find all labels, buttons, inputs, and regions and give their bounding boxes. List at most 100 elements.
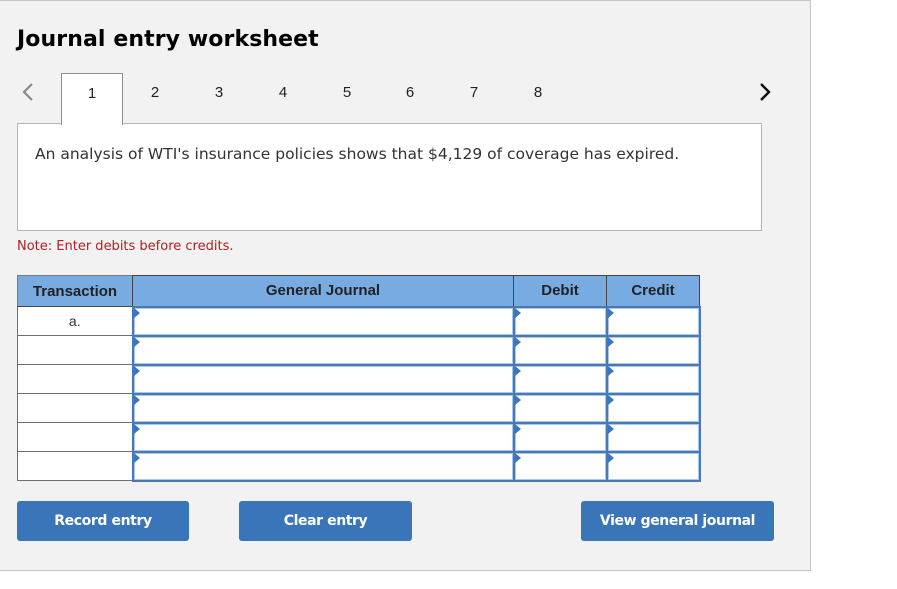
dropdown-marker-icon [607,307,614,318]
transaction-cell [17,335,133,365]
account-cell [131,421,515,453]
dropdown-marker-icon [133,336,140,347]
dropdown-marker-icon [607,365,614,376]
dropdown-marker-icon [133,307,140,318]
credit-cell [605,421,701,453]
header-credit: Credit [606,275,700,307]
credit-input[interactable] [607,423,699,451]
view-general-journal-button[interactable]: View general journal [581,501,774,541]
tab-label: 7 [469,84,479,101]
credit-input[interactable] [607,452,699,480]
tab-label: 6 [405,84,415,101]
account-input[interactable] [133,365,513,393]
clear-entry-button[interactable]: Clear entry [239,501,412,541]
dropdown-marker-icon [514,452,521,463]
account-input[interactable] [133,423,513,451]
tab-label: 5 [342,84,352,101]
tab-2[interactable]: 2 [124,73,186,113]
dropdown-marker-icon [607,452,614,463]
tab-label: 3 [214,84,224,101]
question-text: An analysis of WTI's insurance policies … [35,145,680,163]
chevron-left-icon [22,82,34,102]
table-header-row: Transaction General Journal Debit Credit [17,275,700,307]
credit-input[interactable] [607,336,699,364]
dropdown-marker-icon [514,423,521,434]
debit-input[interactable] [514,307,606,335]
debit-input[interactable] [514,394,606,422]
tab-label: 2 [150,84,160,101]
account-input[interactable] [133,394,513,422]
account-cell [131,450,515,482]
table-row [17,363,701,395]
header-debit: Debit [513,275,607,307]
table-row [17,392,701,424]
previous-tab-button[interactable] [16,79,40,105]
worksheet-panel: Journal entry worksheet 1 2 3 4 5 6 7 8 … [0,0,811,571]
tab-label: 4 [278,84,288,101]
credit-cell [605,363,701,395]
dropdown-marker-icon [514,307,521,318]
debit-input[interactable] [514,423,606,451]
debit-cell [512,305,608,337]
credit-input[interactable] [607,394,699,422]
transaction-cell [17,393,133,423]
debit-cell [512,392,608,424]
table-row [17,421,701,453]
account-input[interactable] [133,336,513,364]
account-input[interactable] [133,452,513,480]
tab-label: 8 [533,84,543,101]
record-entry-button[interactable]: Record entry [17,501,189,541]
credit-input[interactable] [607,365,699,393]
tab-7[interactable]: 7 [443,73,505,113]
header-general-journal: General Journal [132,275,514,307]
debit-input[interactable] [514,365,606,393]
dropdown-marker-icon [133,365,140,376]
debit-input[interactable] [514,452,606,480]
transaction-cell [17,422,133,452]
transaction-cell [17,451,133,481]
debit-cell [512,363,608,395]
question-box: An analysis of WTI's insurance policies … [17,123,762,231]
dropdown-marker-icon [514,336,521,347]
tab-4[interactable]: 4 [252,73,314,113]
credit-cell [605,305,701,337]
next-tab-button[interactable] [753,79,777,105]
page-title: Journal entry worksheet [17,27,319,52]
tab-6[interactable]: 6 [379,73,441,113]
account-cell [131,334,515,366]
dropdown-marker-icon [607,394,614,405]
credit-cell [605,392,701,424]
account-cell [131,305,515,337]
dropdown-marker-icon [514,394,521,405]
chevron-right-icon [759,82,771,102]
tab-5[interactable]: 5 [316,73,378,113]
account-cell [131,363,515,395]
transaction-cell: a. [17,306,133,336]
dropdown-marker-icon [607,336,614,347]
tab-label: 1 [87,85,97,102]
instruction-note: Note: Enter debits before credits. [17,239,234,254]
account-input[interactable] [133,307,513,335]
header-transaction: Transaction [17,275,133,307]
transaction-cell [17,364,133,394]
credit-input[interactable] [607,307,699,335]
debit-cell [512,334,608,366]
table-row: a. [17,305,701,337]
journal-table: Transaction General Journal Debit Credit… [17,275,701,482]
tab-8[interactable]: 8 [507,73,569,113]
dropdown-marker-icon [607,423,614,434]
tab-3[interactable]: 3 [188,73,250,113]
tab-1[interactable]: 1 [61,73,123,125]
credit-cell [605,450,701,482]
table-row [17,450,701,482]
debit-cell [512,421,608,453]
account-cell [131,392,515,424]
debit-cell [512,450,608,482]
dropdown-marker-icon [514,365,521,376]
dropdown-marker-icon [133,452,140,463]
dropdown-marker-icon [133,423,140,434]
debit-input[interactable] [514,336,606,364]
dropdown-marker-icon [133,394,140,405]
table-row [17,334,701,366]
credit-cell [605,334,701,366]
